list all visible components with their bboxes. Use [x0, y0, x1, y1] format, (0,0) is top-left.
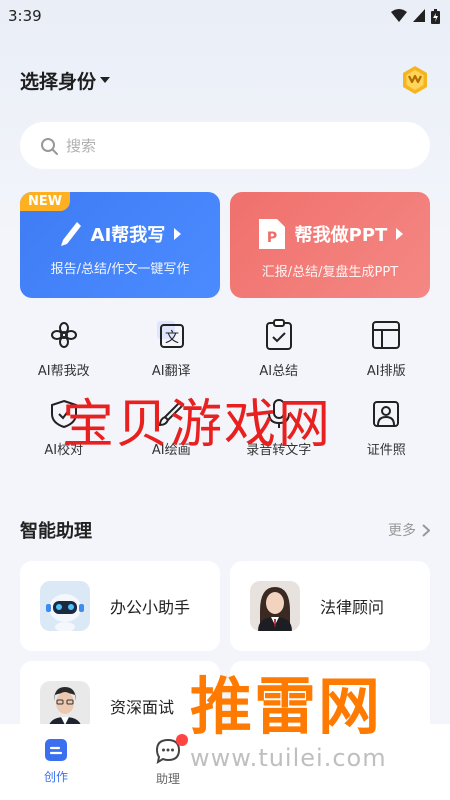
pen-icon — [60, 221, 81, 246]
tool-label: AI帮我改 — [37, 364, 90, 379]
clipboard-check-icon — [265, 319, 292, 350]
section-title: 智能助理 — [20, 521, 92, 542]
ai-write-card[interactable]: NEW AI帮我写 报告/总结/作文一键写作 — [20, 192, 220, 298]
flower-icon — [50, 322, 77, 348]
tool-label: 证件照 — [366, 443, 406, 458]
assistant-section-header: 智能助理 更多 — [20, 515, 430, 545]
make-ppt-title-row: P 帮我做PPT — [257, 217, 404, 251]
more-link[interactable]: 更多 — [388, 520, 430, 540]
signal-icon — [413, 9, 425, 22]
tool-label: AI绘画 — [151, 443, 191, 458]
assistant-card[interactable]: 办公小助手 — [20, 561, 220, 651]
tool-ai-proofread[interactable]: AI校对 — [10, 397, 118, 458]
layout-icon — [372, 321, 401, 349]
assistant-card[interactable]: 法律顾问 — [230, 561, 430, 651]
nav-item-create[interactable]: 创作 — [0, 738, 112, 785]
search-icon — [41, 137, 58, 155]
tool-label: AI总结 — [259, 364, 299, 379]
wifi-icon — [391, 9, 407, 22]
tool-label: AI翻译 — [151, 364, 191, 379]
more-label: 更多 — [388, 523, 416, 539]
microphone-icon — [267, 399, 290, 428]
bottom-nav: 创作 助理 — [0, 724, 450, 800]
vip-badge-icon[interactable] — [400, 65, 430, 95]
search-bar[interactable]: 搜索 — [20, 122, 430, 169]
make-ppt-title: 帮我做PPT — [294, 224, 388, 246]
tool-ai-translate[interactable]: 文 AI翻译 — [118, 318, 226, 379]
tool-label: 录音转文字 — [246, 443, 312, 458]
assistant-name: 资深面试 — [110, 698, 175, 717]
translate-icon: 文 — [157, 321, 185, 348]
lawyer-avatar — [250, 581, 300, 631]
robot-avatar — [40, 581, 90, 631]
tool-ai-layout[interactable]: AI排版 — [333, 318, 441, 379]
svg-text:文: 文 — [165, 330, 179, 346]
feature-cards: NEW AI帮我写 报告/总结/作文一键写作 P 帮我做PPT 汇报/总结/复盘… — [20, 192, 430, 298]
notification-badge — [176, 734, 188, 746]
tool-id-photo[interactable]: 证件照 — [333, 397, 441, 458]
identity-selector[interactable]: 选择身份 — [20, 67, 111, 94]
nav-label: 助理 — [155, 772, 180, 786]
tool-ai-draw[interactable]: AI绘画 — [118, 397, 226, 458]
ai-write-title: AI帮我写 — [90, 224, 166, 246]
ppt-file-icon: P — [258, 218, 285, 249]
tool-label: AI校对 — [44, 443, 84, 458]
make-ppt-subtitle: 汇报/总结/复盘生成PPT — [261, 264, 399, 280]
caret-down-icon — [100, 77, 111, 83]
chevron-right-icon — [422, 523, 430, 537]
tool-ai-summary[interactable]: AI总结 — [225, 318, 333, 379]
chevron-right-icon — [396, 227, 404, 240]
assistant-list: 办公小助手 法律顾问 资深面试 — [20, 561, 430, 751]
header: 选择身份 — [20, 62, 430, 98]
tools-grid: AI帮我改 文 AI翻译 AI总结 AI排版 AI校对 AI绘画 录音转文字 证… — [10, 318, 440, 458]
status-icons — [391, 8, 440, 24]
new-tag: NEW — [20, 192, 71, 211]
status-bar: 3:39 — [0, 0, 450, 32]
tool-ai-revise[interactable]: AI帮我改 — [10, 318, 118, 379]
tool-voice-to-text[interactable]: 录音转文字 — [225, 397, 333, 458]
nav-item-assistant[interactable]: 助理 — [112, 734, 224, 787]
ai-write-subtitle: 报告/总结/作文一键写作 — [50, 261, 190, 277]
shield-check-icon — [50, 399, 77, 429]
brush-icon — [159, 400, 185, 427]
assistant-name: 法律顾问 — [320, 598, 385, 617]
identity-label: 选择身份 — [20, 70, 97, 93]
id-photo-icon — [373, 401, 400, 427]
ai-write-title-row: AI帮我写 — [59, 220, 182, 248]
nav-label: 创作 — [43, 770, 68, 784]
search-placeholder: 搜索 — [66, 137, 97, 155]
status-time: 3:39 — [8, 7, 42, 25]
battery-icon — [431, 8, 440, 24]
svg-text:P: P — [267, 230, 277, 246]
create-icon — [45, 739, 67, 761]
tool-label: AI排版 — [366, 364, 406, 379]
make-ppt-card[interactable]: P 帮我做PPT 汇报/总结/复盘生成PPT — [230, 192, 430, 298]
chevron-right-icon — [174, 227, 182, 240]
assistant-name: 办公小助手 — [110, 598, 191, 617]
